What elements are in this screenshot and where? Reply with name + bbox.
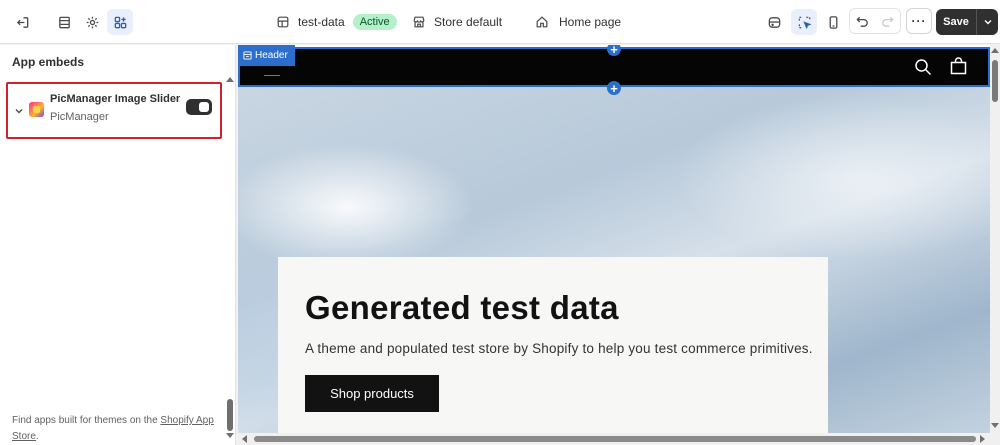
hero-title: Generated test data xyxy=(305,289,619,326)
apps-icon xyxy=(114,16,126,28)
layout-icon xyxy=(277,16,289,28)
scroll-left-arrow-icon[interactable] xyxy=(242,435,247,443)
footer-text: Find apps built for themes on the xyxy=(12,415,161,426)
preview-horizontal-scroll-thumb[interactable] xyxy=(254,436,976,442)
preview-horizontal-scrollbar[interactable] xyxy=(238,433,1000,445)
page-selector[interactable]: Home page xyxy=(535,0,621,44)
sidebar: App embeds PicManager Image Slider PicMa… xyxy=(0,45,236,445)
exit-icon xyxy=(16,16,28,28)
gear-icon xyxy=(86,16,98,28)
hero-description: A theme and populated test store by Shop… xyxy=(305,341,813,356)
scroll-up-arrow-icon[interactable] xyxy=(226,77,234,82)
page-selector-label: Home page xyxy=(559,15,622,29)
status-badge: Active xyxy=(352,14,397,30)
add-section-below-button[interactable]: + xyxy=(607,81,621,95)
hero-banner-image[interactable]: Generated test data A theme and populate… xyxy=(238,87,990,442)
undo-icon xyxy=(856,16,868,27)
inspector-button[interactable] xyxy=(791,9,817,35)
store-selector-label: Store default xyxy=(434,15,503,29)
history-controls xyxy=(849,8,901,34)
scroll-down-arrow-icon[interactable] xyxy=(226,433,234,438)
embed-enabled-toggle[interactable] xyxy=(186,99,212,115)
home-icon xyxy=(536,16,548,28)
desktop-preview-button[interactable] xyxy=(761,9,787,35)
shop-products-button[interactable]: Shop products xyxy=(305,375,439,412)
redo-icon xyxy=(882,16,894,27)
save-button-group: Save xyxy=(936,9,998,35)
desktop-icon xyxy=(768,16,780,28)
sidebar-scroll-thumb[interactable] xyxy=(227,399,233,431)
app-embeds-button[interactable] xyxy=(107,9,133,35)
sidebar-title: App embeds xyxy=(12,55,85,69)
redo-button[interactable] xyxy=(875,9,900,33)
cursor-select-icon xyxy=(798,16,812,29)
picmanager-logo-icon xyxy=(29,102,44,117)
mobile-icon xyxy=(829,15,837,29)
exit-button[interactable] xyxy=(9,9,35,35)
theme-preview: Generated test data A theme and populate… xyxy=(238,45,1000,445)
top-bar: test-data Active Store default Home page… xyxy=(0,0,1000,44)
theme-settings-button[interactable] xyxy=(79,9,105,35)
embed-provider: PicManager xyxy=(50,111,109,123)
sections-button[interactable] xyxy=(51,9,77,35)
hero-content-card: Generated test data A theme and populate… xyxy=(278,257,828,442)
save-button[interactable]: Save xyxy=(936,16,976,28)
scroll-right-arrow-icon[interactable] xyxy=(980,435,985,443)
app-embed-item[interactable]: PicManager Image Slider PicManager xyxy=(6,82,222,139)
scroll-up-arrow-icon[interactable] xyxy=(991,48,999,53)
chevron-down-icon xyxy=(984,20,991,25)
undo-button[interactable] xyxy=(850,9,875,33)
search-icon[interactable] xyxy=(914,58,932,76)
save-options-button[interactable] xyxy=(976,9,998,35)
sidebar-scrollbar[interactable] xyxy=(226,77,234,439)
header-layout-icon xyxy=(243,51,252,60)
preview-vertical-scrollbar[interactable] xyxy=(990,45,1000,433)
embed-name: PicManager Image Slider xyxy=(50,93,181,105)
store-icon xyxy=(413,16,425,28)
header-section-tag[interactable]: Header xyxy=(238,45,295,66)
sections-icon xyxy=(58,16,70,28)
theme-selector[interactable]: test-data Active xyxy=(276,0,397,44)
plus-icon: + xyxy=(610,45,618,57)
header-tag-label: Header xyxy=(255,50,288,61)
store-selector[interactable]: Store default xyxy=(412,0,502,44)
cart-icon[interactable] xyxy=(949,57,968,76)
footer-end: . xyxy=(35,431,39,442)
menu-icon[interactable] xyxy=(264,75,280,76)
chevron-down-icon[interactable] xyxy=(14,106,24,116)
more-horizontal-icon: ··· xyxy=(911,14,927,28)
plus-icon: + xyxy=(610,80,618,96)
footer-note: Find apps built for themes on the Shopif… xyxy=(12,413,222,445)
more-actions-button[interactable]: ··· xyxy=(906,8,932,34)
theme-name: test-data xyxy=(298,15,345,29)
mobile-preview-button[interactable] xyxy=(820,9,846,35)
scroll-down-arrow-icon[interactable] xyxy=(991,423,999,428)
preview-vertical-scroll-thumb[interactable] xyxy=(992,60,998,102)
